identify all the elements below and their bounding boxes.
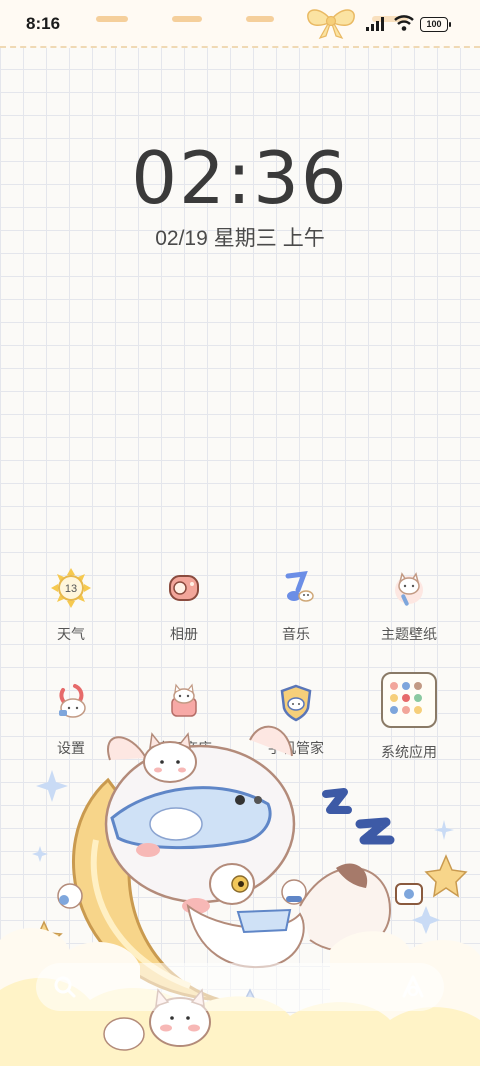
- lockscreen-date: 02/19 星期三 上午: [0, 222, 480, 252]
- lockscreen-clock[interactable]: 02:36: [0, 136, 480, 220]
- cat-brush-icon: [387, 566, 431, 610]
- status-time: 8:16: [26, 14, 61, 33]
- lace-scallop: [0, 34, 480, 48]
- wallpaper-illustration: [0, 725, 480, 1066]
- app-music[interactable]: 音乐: [248, 566, 344, 644]
- signal-icon: [366, 17, 384, 31]
- music-note-icon: [274, 566, 318, 610]
- photo-album-icon: [162, 566, 206, 610]
- weekday-value: 星期三: [213, 227, 277, 250]
- ampm-value: 上午: [282, 227, 325, 250]
- status-bar: 8:16 100: [0, 0, 480, 48]
- date-value: 02/19: [155, 227, 208, 250]
- battery-indicator: 100: [420, 17, 451, 32]
- sun-badge-icon: 13: [49, 566, 93, 610]
- app-label: 相册: [170, 626, 198, 642]
- ribbon-bow-icon: [307, 9, 355, 40]
- search-icon[interactable]: [50, 972, 80, 1002]
- assistant-icon[interactable]: [398, 972, 428, 1002]
- wifi-icon: [394, 15, 414, 31]
- app-weather[interactable]: 13 天气: [23, 566, 119, 644]
- app-themes[interactable]: 主题壁纸: [361, 566, 457, 644]
- svg-text:13: 13: [65, 583, 77, 595]
- app-label: 音乐: [282, 626, 310, 642]
- app-gallery[interactable]: 相册: [136, 566, 232, 644]
- dock-bar: [36, 963, 444, 1011]
- app-label: 主题壁纸: [381, 626, 437, 642]
- app-label: 天气: [57, 626, 85, 642]
